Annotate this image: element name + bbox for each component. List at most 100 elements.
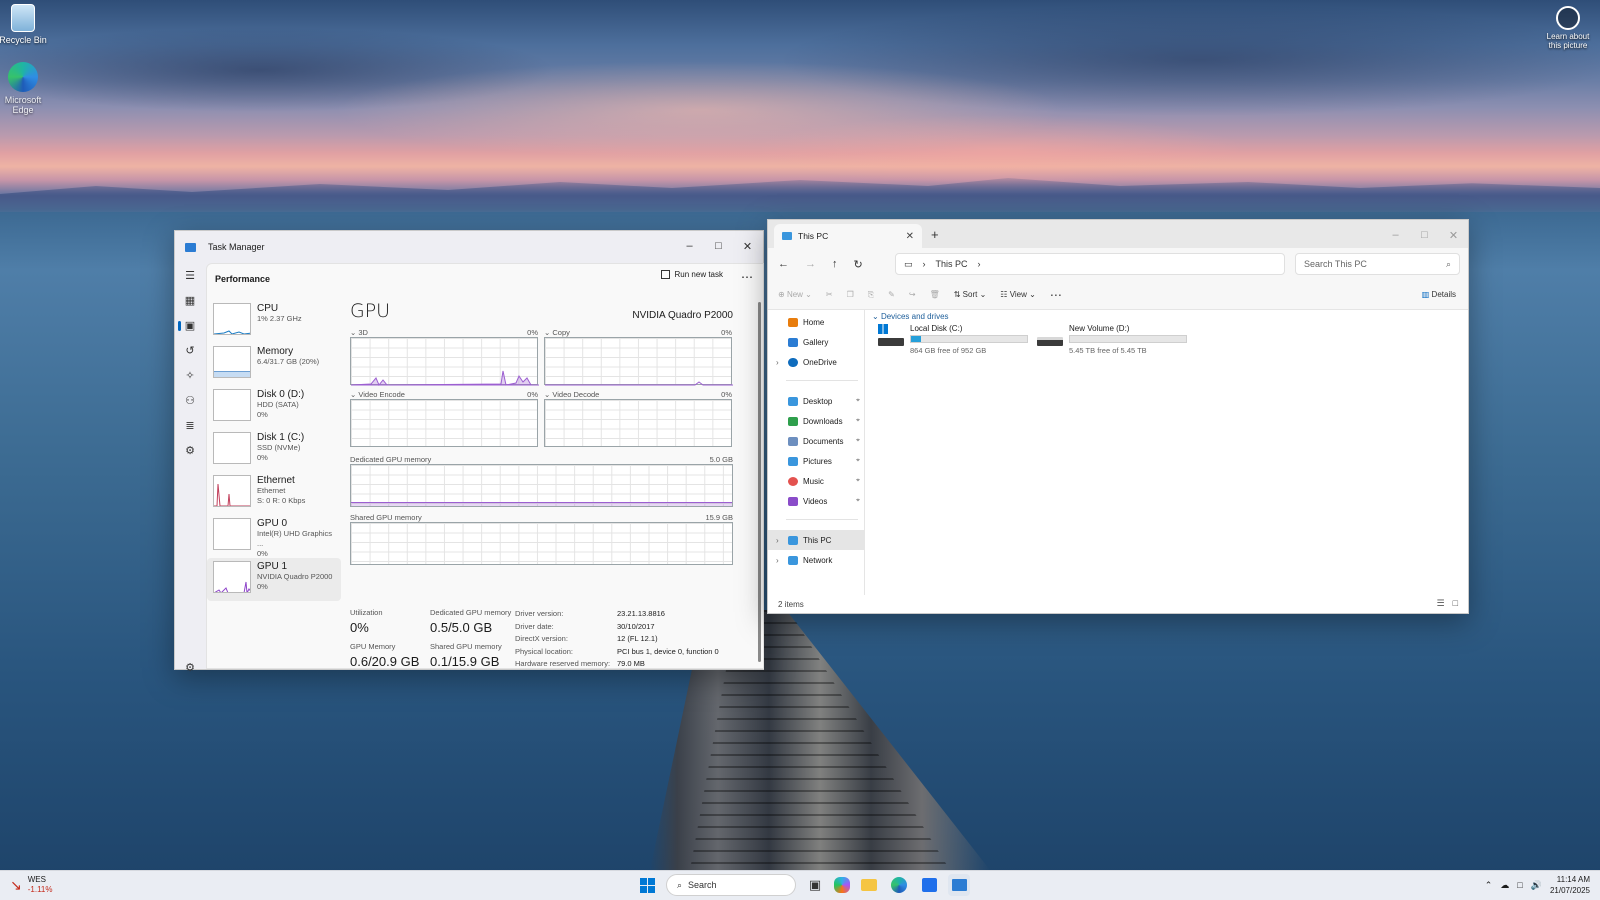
resource-item-ethernet[interactable]: Ethernet Ethernet S: 0 R: 0 Kbps — [207, 472, 341, 515]
maximize-button[interactable]: □ — [704, 231, 733, 261]
stock-name: WES — [27, 875, 46, 884]
engine-video-encode-dropdown[interactable]: ⌄ Video Encode — [350, 390, 405, 399]
driver-value: 23.21.13.8816 — [617, 609, 665, 618]
group-header[interactable]: ⌄ Devices and drives — [872, 312, 949, 321]
new-button[interactable]: ⊕ New ⌄ — [778, 290, 812, 299]
forward-button[interactable]: → — [805, 258, 816, 270]
clock[interactable]: 11:14 AM 21/07/2025 — [1550, 874, 1590, 896]
copy-icon[interactable]: ❐ — [847, 290, 854, 299]
driver-key: DirectX version: — [515, 634, 568, 643]
nav-item-gallery[interactable]: Gallery — [768, 332, 864, 352]
resource-item-gpu-1[interactable]: GPU 1 NVIDIA Quadro P2000 0% — [207, 558, 341, 601]
minimize-button[interactable]: – — [1381, 220, 1410, 250]
documents-icon — [788, 436, 798, 446]
resource-item-cpu[interactable]: CPU 1% 2.37 GHz — [207, 300, 341, 343]
more-options-button[interactable]: ⋯ — [741, 270, 753, 284]
close-button[interactable]: ✕ — [1439, 220, 1468, 250]
nav-item-network[interactable]: › Network — [768, 550, 864, 570]
hamburger-menu-icon[interactable]: ☰ — [175, 263, 205, 288]
services-icon[interactable]: ⚙ — [175, 438, 205, 463]
nav-label: Music — [803, 476, 824, 486]
taskbar: ↘ WES -1.11% ⌕ Search ▣ ⌃ ☁ □ 🔊 11:14 AM 2… — [0, 870, 1600, 900]
close-tab-icon[interactable]: ✕ — [906, 231, 914, 242]
new-tab-button[interactable]: + — [931, 227, 939, 242]
share-icon[interactable]: ↪ — [909, 290, 916, 299]
paste-icon[interactable]: ⎘ — [868, 290, 874, 300]
windows-drive-icon — [878, 324, 904, 346]
stock-widget[interactable]: ↘ WES -1.11% — [10, 875, 53, 895]
engine-copy-dropdown[interactable]: ⌄ Copy — [544, 328, 570, 337]
disk-0-thumbnail — [213, 389, 251, 421]
drive-d[interactable]: New Volume (D:) 5.45 TB free of 5.45 TB — [1037, 324, 1187, 355]
desktop-icon-recycle-bin[interactable]: Recycle Bin — [0, 4, 49, 45]
edge-taskbar-icon[interactable] — [888, 874, 910, 896]
details-view-icon[interactable]: ☰ — [1436, 598, 1444, 609]
delete-icon[interactable]: 🗑 — [930, 290, 940, 299]
driver-key: Driver version: — [515, 609, 564, 618]
back-button[interactable]: ← — [778, 258, 789, 270]
nav-item-videos[interactable]: Videos ⌖ — [768, 491, 864, 511]
up-button[interactable]: ↑ — [832, 258, 838, 270]
close-button[interactable]: ✕ — [733, 231, 762, 261]
tab-this-pc[interactable]: This PC ✕ — [774, 224, 922, 248]
breadcrumb[interactable]: This PC — [936, 259, 968, 269]
nav-item-music[interactable]: Music ⌖ — [768, 471, 864, 491]
app-history-icon[interactable]: ↺ — [175, 338, 205, 363]
maximize-button[interactable]: □ — [1410, 220, 1439, 250]
resource-detail: 6.4/31.7 GB (20%) — [257, 357, 320, 366]
cut-icon[interactable]: ✂ — [826, 290, 833, 299]
pin-icon: ⌖ — [856, 477, 860, 484]
group-label: Devices and drives — [880, 312, 949, 321]
more-options-button[interactable]: ⋯ — [1050, 288, 1062, 302]
rename-icon[interactable]: ✎ — [888, 290, 895, 299]
processes-icon[interactable]: ▦ — [175, 288, 205, 313]
run-new-task-button[interactable]: Run new task — [660, 270, 723, 279]
engine-pct: 0% — [721, 328, 732, 337]
users-icon[interactable]: ⚇ — [175, 388, 205, 413]
view-button[interactable]: ☷ View ⌄ — [1000, 290, 1036, 299]
task-manager-taskbar-icon[interactable] — [948, 874, 970, 896]
resource-item-disk-1[interactable]: Disk 1 (C:) SSD (NVMe) 0% — [207, 429, 341, 472]
start-button[interactable] — [636, 874, 658, 896]
address-bar[interactable]: ▭ › This PC › — [895, 253, 1285, 275]
desktop-icon-edge[interactable]: Microsoft Edge — [0, 62, 49, 115]
resource-item-memory[interactable]: Memory 6.4/31.7 GB (20%) — [207, 343, 341, 386]
store-taskbar-icon[interactable] — [918, 874, 940, 896]
shared-memory-graph — [350, 522, 733, 565]
nav-item-pictures[interactable]: Pictures ⌖ — [768, 451, 864, 471]
task-view-icon[interactable]: ▣ — [804, 874, 826, 896]
engine-3d-dropdown[interactable]: ⌄ 3D — [350, 328, 368, 337]
search-input[interactable]: Search This PC ⌕ — [1295, 253, 1460, 275]
nav-item-this-pc[interactable]: › This PC — [768, 530, 864, 550]
scrollbar[interactable] — [758, 302, 761, 662]
nav-item-onedrive[interactable]: › OneDrive — [768, 352, 864, 372]
startup-apps-icon[interactable]: ✧ — [175, 363, 205, 388]
details-pane-button[interactable]: ▥ Details — [1422, 290, 1456, 299]
performance-icon[interactable]: ▣ — [175, 313, 205, 338]
refresh-button[interactable]: ↻ — [854, 258, 863, 271]
taskbar-search[interactable]: ⌕ Search — [666, 874, 796, 896]
learn-about-picture[interactable]: Learn about this picture — [1543, 6, 1593, 50]
nav-item-home[interactable]: Home — [768, 312, 864, 332]
resource-item-gpu-0[interactable]: GPU 0 Intel(R) UHD Graphics ... 0% — [207, 515, 341, 558]
onedrive-tray-icon[interactable]: ☁ — [1500, 880, 1509, 891]
nav-label: Documents — [803, 436, 844, 446]
tiles-view-icon[interactable]: □ — [1453, 598, 1458, 609]
nav-item-documents[interactable]: Documents ⌖ — [768, 431, 864, 451]
resource-item-disk-0[interactable]: Disk 0 (D:) HDD (SATA) 0% — [207, 386, 341, 429]
sort-button[interactable]: ⇅ Sort ⌄ — [954, 290, 987, 299]
file-explorer-taskbar-icon[interactable] — [858, 874, 880, 896]
chevron-up-icon[interactable]: ⌃ — [1485, 880, 1493, 891]
engine-video-decode-dropdown[interactable]: ⌄ Video Decode — [544, 390, 599, 399]
nav-item-downloads[interactable]: Downloads ⌖ — [768, 411, 864, 431]
drive-c[interactable]: Local Disk (C:) 864 GB free of 952 GB — [878, 324, 1028, 355]
nav-item-desktop[interactable]: Desktop ⌖ — [768, 391, 864, 411]
copilot-icon[interactable] — [834, 877, 850, 893]
details-icon[interactable]: ≣ — [175, 413, 205, 438]
clock-time: 11:14 AM — [1556, 875, 1590, 884]
settings-icon[interactable]: ⚙ — [175, 655, 205, 680]
minimize-button[interactable]: – — [675, 231, 704, 261]
network-icon[interactable]: □ — [1517, 880, 1522, 890]
run-new-task-label: Run new task — [674, 270, 723, 279]
volume-icon[interactable]: 🔊 — [1531, 880, 1542, 891]
